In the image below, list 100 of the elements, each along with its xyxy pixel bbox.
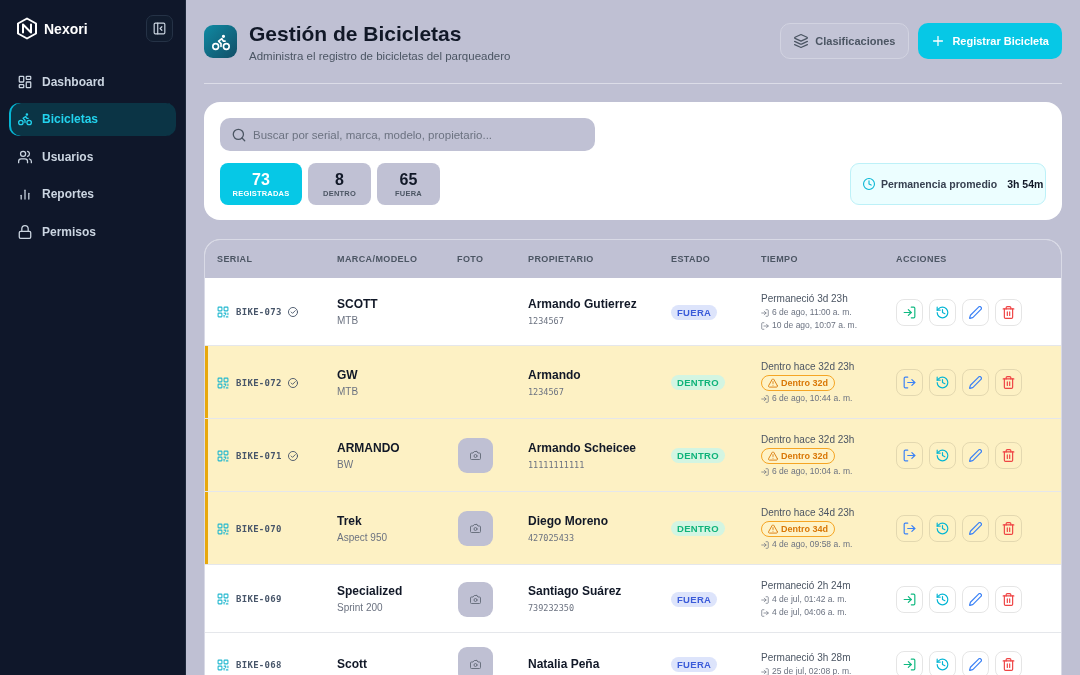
trash-icon (1002, 376, 1015, 389)
nav-item[interactable]: Dashboard (9, 65, 176, 98)
enter-arrow-icon (903, 658, 916, 671)
users-icon (18, 149, 32, 164)
model-name: MTB (337, 315, 360, 327)
pencil-icon (969, 376, 982, 389)
delete-button[interactable] (995, 369, 1022, 396)
camera-icon (470, 659, 481, 670)
time-summary: Dentro hace 32d 23h (761, 433, 855, 447)
owner-name: Diego Moreno (528, 513, 608, 529)
status-badge: FUERA (671, 304, 718, 320)
brand-name: Specialized (337, 584, 403, 599)
entry-arrow-icon (761, 667, 769, 675)
pencil-icon (969, 658, 982, 671)
time-summary: Permaneció 3h 28m (761, 651, 852, 665)
collapse-sidebar-button[interactable] (146, 15, 173, 42)
nav-item[interactable]: Bicicletas (9, 102, 176, 136)
history-button[interactable] (929, 369, 956, 396)
status-badge: DENTRO (671, 448, 725, 463)
check-out-button[interactable] (896, 369, 923, 396)
exit-time: 4 de jul, 04:06 a. m. (772, 606, 847, 619)
edit-button[interactable] (962, 369, 989, 396)
trash-icon (1002, 449, 1015, 462)
overdue-label: Dentro 32d (781, 378, 828, 388)
qr-code-icon (217, 449, 229, 462)
warning-icon (768, 451, 778, 461)
history-icon (936, 376, 949, 389)
delete-button[interactable] (995, 442, 1022, 469)
bicycle-icon (18, 112, 32, 126)
sidebar-panel-icon (153, 22, 166, 35)
classifications-button[interactable]: Clasificaciones (780, 23, 910, 59)
overdue-label: Dentro 32d (781, 451, 828, 461)
edit-button[interactable] (962, 442, 989, 469)
warning-icon (768, 524, 778, 534)
owner-name: Armando Gutierrez (528, 297, 637, 312)
trash-icon (1002, 305, 1015, 319)
status-badge: FUERA (671, 591, 718, 607)
brand-name: Trek (337, 513, 363, 529)
entry-time: 4 de ago, 09:58 a. m. (772, 538, 853, 551)
nav-item[interactable]: Reportes (9, 177, 176, 211)
time-summary: Permaneció 2h 24m (761, 579, 851, 593)
model-name: BW (337, 458, 355, 471)
layers-icon (794, 34, 809, 48)
brand-name: Scott (337, 657, 367, 672)
entry-time: 4 de jul, 01:42 a. m. (772, 593, 847, 606)
edit-button[interactable] (962, 585, 989, 613)
check-in-button[interactable] (896, 585, 923, 613)
check-in-button[interactable] (896, 298, 923, 326)
photo-placeholder[interactable] (458, 438, 493, 473)
delete-button[interactable] (995, 585, 1022, 613)
serial-number: BIKE-070 (236, 523, 282, 534)
serial-number: BIKE-072 (236, 377, 282, 388)
qr-code-icon (217, 306, 229, 318)
enter-arrow-icon (903, 592, 916, 606)
qr-code-icon (217, 522, 229, 535)
check-out-button[interactable] (896, 442, 923, 469)
search-field[interactable]: Buscar por serial, marca, modelo, propietario... (220, 118, 595, 151)
photo-placeholder[interactable] (458, 511, 493, 546)
nav-item[interactable]: Usuarios (9, 140, 176, 173)
owner-name: Natalia Peña (528, 657, 600, 672)
photo-placeholder[interactable] (458, 647, 493, 675)
trash-icon (1002, 658, 1015, 671)
qr-code-icon (217, 376, 229, 389)
delete-button[interactable] (995, 515, 1022, 542)
owner-id: 739232350 (528, 603, 576, 614)
page-subtitle: Administra el registro de bicicletas del parqueadero (249, 49, 511, 63)
serial-number: BIKE-071 (236, 450, 282, 461)
trash-icon (1002, 522, 1015, 535)
photo-placeholder[interactable] (458, 581, 493, 617)
delete-button[interactable] (995, 298, 1022, 326)
edit-button[interactable] (962, 298, 989, 326)
average-stay-value: 3h 54m (1007, 178, 1044, 190)
pencil-icon (969, 592, 982, 606)
bicycle-icon (204, 25, 237, 58)
entry-time: 6 de ago, 10:44 a. m. (772, 392, 853, 405)
brand-name: Nexori (44, 20, 88, 37)
serial-number: BIKE-069 (236, 594, 282, 604)
edit-button[interactable] (962, 515, 989, 542)
history-icon (936, 592, 949, 606)
trash-icon (1002, 592, 1015, 606)
pencil-icon (969, 522, 982, 535)
history-button[interactable] (929, 298, 956, 326)
history-icon (936, 449, 949, 462)
serial-number: BIKE-073 (236, 307, 282, 317)
history-button[interactable] (929, 442, 956, 469)
nav-item[interactable]: Permisos (9, 215, 176, 248)
check-out-button[interactable] (896, 515, 923, 542)
exit-arrow-icon (761, 608, 769, 617)
status-badge: DENTRO (671, 521, 725, 536)
qr-code-icon (217, 658, 229, 671)
warning-icon (768, 378, 778, 388)
entry-arrow-icon (761, 467, 769, 476)
history-icon (936, 522, 949, 535)
exit-time: 10 de ago, 10:07 a. m. (772, 319, 858, 332)
exit-arrow-icon (761, 321, 769, 330)
history-button[interactable] (929, 515, 956, 542)
status-badge: DENTRO (671, 375, 725, 390)
pencil-icon (969, 449, 982, 462)
history-button[interactable] (929, 585, 956, 613)
status-badge: FUERA (671, 657, 718, 672)
